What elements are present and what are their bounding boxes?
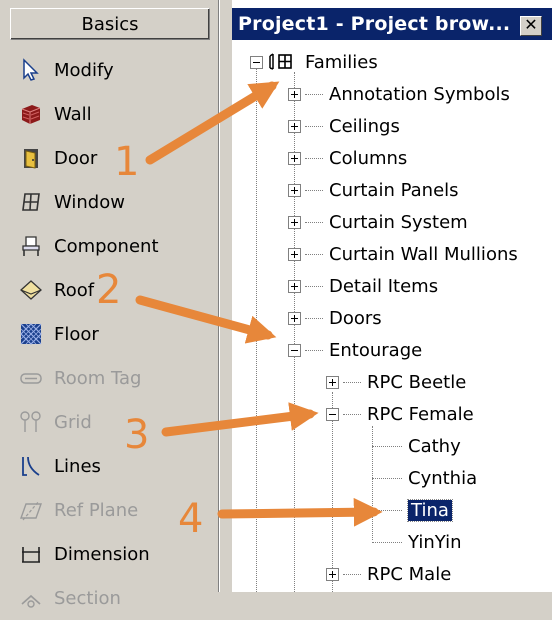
- window-icon: [18, 189, 44, 215]
- tree-node-label: Cathy: [408, 435, 461, 457]
- basics-tab[interactable]: Basics: [10, 8, 210, 40]
- expand-icon[interactable]: [288, 311, 301, 325]
- collapse-icon[interactable]: [326, 407, 339, 421]
- expand-icon[interactable]: [288, 87, 301, 101]
- tree-node-rpc-female[interactable]: RPC Female: [326, 400, 474, 428]
- tool-wall[interactable]: Wall: [18, 92, 213, 136]
- tree-node-label: Columns: [329, 147, 408, 169]
- tree-node-rpc-male[interactable]: RPC Male: [326, 560, 451, 588]
- collapse-icon[interactable]: [250, 55, 263, 69]
- tree-node-label: RPC Female: [367, 403, 474, 425]
- floor-icon: [18, 321, 44, 347]
- tool-section[interactable]: Section: [18, 576, 213, 620]
- expand-icon[interactable]: [288, 119, 301, 133]
- project-tree: Families Annotation Symbols Ceilings Col…: [232, 44, 552, 592]
- tool-modify[interactable]: Modify: [18, 48, 213, 92]
- families-icon: [267, 52, 297, 72]
- tree-node-families[interactable]: Families: [250, 48, 378, 76]
- basics-tool-list: Modify Wall Door Window Component Roof F…: [18, 48, 213, 620]
- tree-node-tina[interactable]: Tina: [372, 496, 453, 524]
- cursor-arrow-icon: [18, 57, 44, 83]
- tree-node-label-selected: Tina: [407, 498, 453, 522]
- tree-node-curtain-wall-mullions[interactable]: Curtain Wall Mullions: [288, 240, 518, 268]
- tree-node-yinyin[interactable]: YinYin: [372, 528, 462, 556]
- section-icon: [18, 585, 44, 611]
- tree-node-label: YinYin: [408, 531, 462, 553]
- tool-ref-plane[interactable]: Ref Plane: [18, 488, 213, 532]
- tool-roof-label: Roof: [54, 279, 95, 301]
- ref-plane-icon: [18, 497, 44, 523]
- splitter[interactable]: [219, 0, 233, 592]
- tool-dimension[interactable]: Dimension: [18, 532, 213, 576]
- tree-node-annotation-symbols[interactable]: Annotation Symbols: [288, 80, 510, 108]
- tool-room-tag[interactable]: Room Tag: [18, 356, 213, 400]
- tree-node-label: Curtain Panels: [329, 179, 459, 201]
- tool-window[interactable]: Window: [18, 180, 213, 224]
- collapse-icon[interactable]: [288, 343, 301, 357]
- tool-section-label: Section: [54, 587, 121, 609]
- tool-floor-label: Floor: [54, 323, 99, 345]
- expand-icon[interactable]: [288, 247, 301, 261]
- expand-icon[interactable]: [288, 279, 301, 293]
- project-browser-titlebar[interactable]: Project1 - Project brow... ✕: [232, 8, 552, 40]
- expand-icon[interactable]: [326, 375, 339, 389]
- tree-guide-line: [256, 68, 257, 592]
- wall-icon: [18, 101, 44, 127]
- tree-node-label: Detail Items: [329, 275, 439, 297]
- basics-tab-label: Basics: [81, 13, 139, 35]
- tool-door[interactable]: Door: [18, 136, 213, 180]
- tree-node-cathy[interactable]: Cathy: [372, 432, 461, 460]
- expand-icon[interactable]: [288, 215, 301, 229]
- design-bar-basics: Basics Modify Wall Door Window Component…: [0, 0, 219, 609]
- expand-icon[interactable]: [326, 567, 339, 581]
- tool-window-label: Window: [54, 191, 125, 213]
- tool-component[interactable]: Component: [18, 224, 213, 268]
- tool-ref-plane-label: Ref Plane: [54, 499, 139, 521]
- door-icon: [18, 145, 44, 171]
- tree-node-curtain-system[interactable]: Curtain System: [288, 208, 468, 236]
- tree-node-label: Ceilings: [329, 115, 400, 137]
- tool-wall-label: Wall: [54, 103, 92, 125]
- tree-node-label: Curtain Wall Mullions: [329, 243, 518, 265]
- room-tag-icon: [18, 365, 44, 391]
- tool-roof[interactable]: Roof: [18, 268, 213, 312]
- tool-floor[interactable]: Floor: [18, 312, 213, 356]
- tree-node-doors[interactable]: Doors: [288, 304, 382, 332]
- tool-dimension-label: Dimension: [54, 543, 150, 565]
- project-browser: Project1 - Project brow... ✕ Families An…: [232, 0, 552, 592]
- tool-grid-label: Grid: [54, 411, 92, 433]
- roof-icon: [18, 277, 44, 303]
- lines-icon: [18, 453, 44, 479]
- tool-lines[interactable]: Lines: [18, 444, 213, 488]
- tree-node-cynthia[interactable]: Cynthia: [372, 464, 477, 492]
- project-browser-title: Project1 - Project brow...: [238, 13, 511, 35]
- tool-modify-label: Modify: [54, 59, 114, 81]
- tool-door-label: Door: [54, 147, 98, 169]
- tool-grid[interactable]: Grid: [18, 400, 213, 444]
- tree-node-label: Doors: [329, 307, 382, 329]
- tree-node-label: Curtain System: [329, 211, 468, 233]
- tree-node-entourage[interactable]: Entourage: [288, 336, 422, 364]
- tool-lines-label: Lines: [54, 455, 101, 477]
- tree-node-label: Entourage: [329, 339, 423, 361]
- expand-icon[interactable]: [288, 151, 301, 165]
- tree-node-label: Annotation Symbols: [329, 83, 510, 105]
- tool-room-tag-label: Room Tag: [54, 367, 142, 389]
- tree-node-label: RPC Male: [367, 563, 452, 585]
- tree-node-curtain-panels[interactable]: Curtain Panels: [288, 176, 459, 204]
- tree-node-families-label: Families: [305, 51, 378, 73]
- tree-node-rpc-beetle[interactable]: RPC Beetle: [326, 368, 466, 396]
- revit-window: Basics Modify Wall Door Window Component…: [0, 0, 552, 609]
- component-icon: [18, 233, 44, 259]
- grid-icon: [18, 409, 44, 435]
- tree-node-ceilings[interactable]: Ceilings: [288, 112, 400, 140]
- dimension-icon: [18, 541, 44, 567]
- close-button[interactable]: ✕: [520, 16, 542, 36]
- tree-node-columns[interactable]: Columns: [288, 144, 407, 172]
- tool-component-label: Component: [54, 235, 159, 257]
- expand-icon[interactable]: [288, 183, 301, 197]
- tree-node-detail-items[interactable]: Detail Items: [288, 272, 438, 300]
- tree-node-label: Cynthia: [408, 467, 478, 489]
- tree-node-label: RPC Beetle: [367, 371, 467, 393]
